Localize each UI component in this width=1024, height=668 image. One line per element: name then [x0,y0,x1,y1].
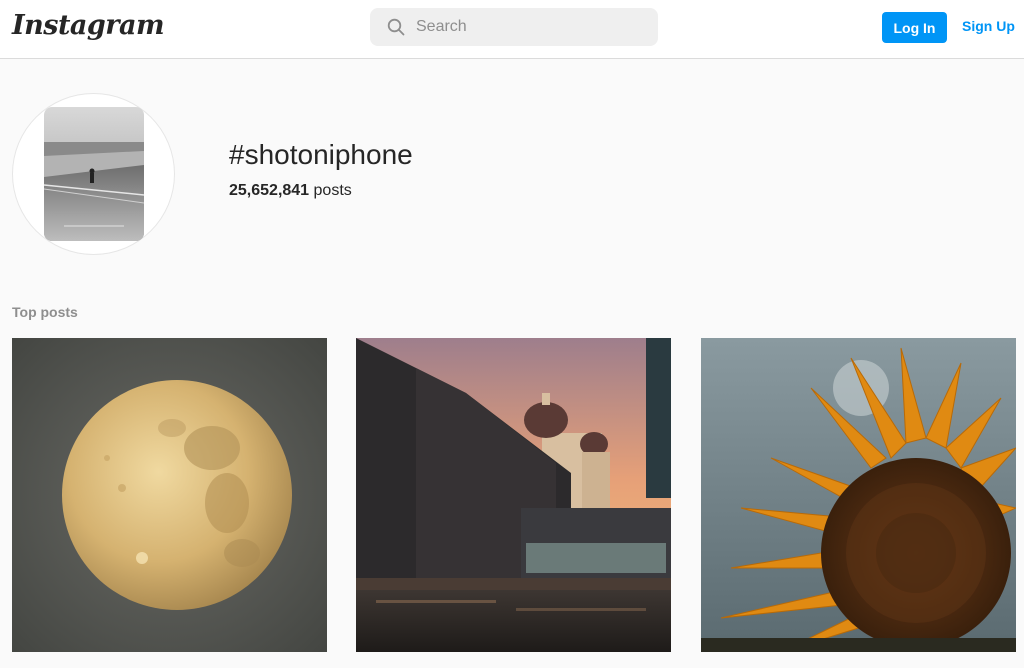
moon-photo [12,338,327,652]
sunflower-photo [701,338,1016,652]
search-box[interactable] [370,8,658,46]
top-post-city-building[interactable] [356,338,671,652]
login-button[interactable]: Log In [882,12,947,43]
top-posts-heading: Top posts [12,304,78,320]
post-count-number: 25,652,841 [229,182,310,199]
post-count-suffix: posts [313,182,352,199]
hashtag-avatar [12,93,175,255]
top-navigation-bar: Instagram Log In Sign Up [0,0,1024,59]
hashtag-title: #shotoniphone [229,139,413,170]
instagram-logo[interactable]: Instagram [12,10,165,41]
post-count: 25,652,841 posts [229,182,352,200]
top-post-sunflower[interactable] [701,338,1016,652]
search-icon [387,18,405,36]
top-post-moon[interactable] [12,338,327,652]
city-building-photo [356,338,671,652]
signup-link[interactable]: Sign Up [962,18,1015,34]
avatar-image [44,107,144,241]
search-input[interactable] [416,8,646,46]
